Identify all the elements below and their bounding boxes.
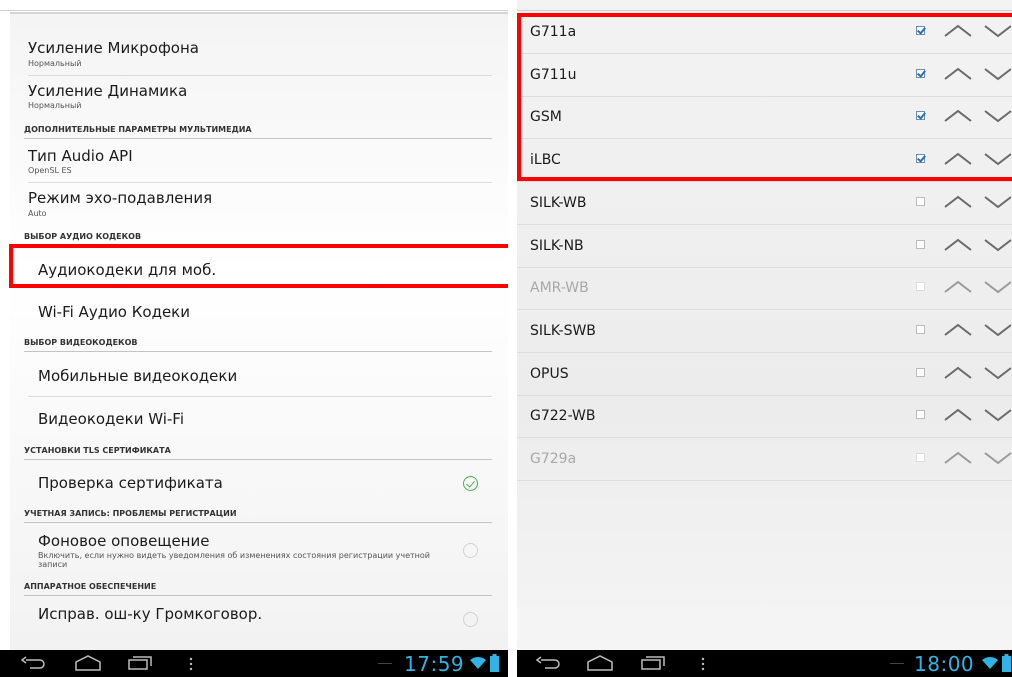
checkbox-unchecked[interactable] [916, 453, 925, 462]
pref-mic-gain[interactable]: Усиление Микрофона Нормальный [28, 32, 492, 76]
codec-name: SILK-WB [530, 194, 587, 211]
move-up-icon[interactable] [943, 276, 973, 298]
back-icon[interactable] [20, 656, 46, 670]
codec-name: SILK-NB [530, 237, 584, 254]
category-tls: УСТАНОВКИ TLS СЕРТИФИКАТА [24, 444, 492, 460]
codec-row[interactable]: SILK-SWB [517, 310, 1012, 353]
move-down-icon[interactable] [983, 362, 1012, 384]
pref-summary: OpenSL ES [28, 166, 72, 175]
highlight-enabled-codecs [517, 13, 1012, 181]
checkbox-unchecked[interactable] [916, 239, 925, 249]
pref-title: Мобильные видеокодеки [38, 367, 238, 385]
top-divider [0, 10, 508, 11]
wifi-icon [470, 656, 486, 669]
move-up-icon[interactable] [943, 191, 973, 213]
pref-echo-cancel[interactable]: Режим эхо-подавления Auto [28, 183, 492, 226]
system-nav-bar: 17:59 [0, 650, 508, 677]
codec-row[interactable]: SILK-WB [517, 182, 1012, 225]
checkbox-unchecked[interactable] [916, 410, 925, 420]
highlight-mobile-audio-codecs [9, 244, 508, 288]
pref-summary: Включить, если нужно видеть уведомления … [38, 551, 430, 569]
pref-title: Видеокодеки Wi-Fi [38, 410, 185, 428]
codec-name: AMR-WB [530, 280, 589, 297]
unchecked-icon[interactable] [463, 543, 478, 558]
pref-wifi-audio-codecs[interactable]: Wi-Fi Аудио Кодеки [28, 290, 492, 332]
battery-icon [1002, 654, 1011, 672]
codec-name: OPUS [530, 365, 569, 382]
checkbox-unchecked[interactable] [916, 367, 925, 377]
move-up-icon[interactable] [943, 319, 973, 341]
pref-mobile-video-codecs[interactable]: Мобильные видеокодеки [28, 353, 492, 397]
menu-icon[interactable] [188, 657, 194, 671]
move-down-icon[interactable] [983, 447, 1012, 469]
checkbox-unchecked[interactable] [916, 282, 925, 292]
pref-title: Исправ. ош-ку Громкоговор. [38, 605, 263, 623]
pref-wifi-video-codecs[interactable]: Видеокодеки Wi-Fi [28, 397, 492, 439]
move-down-icon[interactable] [983, 319, 1012, 341]
pref-title: Режим эхо-подавления [28, 189, 213, 207]
move-up-icon[interactable] [943, 234, 973, 256]
pref-background-notify[interactable]: Фоновое оповещение Включить, если нужно … [28, 525, 492, 580]
category-multimedia: ДОПОЛНИТЕЛЬНЫЕ ПАРАМЕТРЫ МУЛЬТИМЕДИА [24, 123, 492, 139]
pref-speaker-gain[interactable]: Усиление Динамика Нормальный [28, 76, 492, 119]
pref-title: Усиление Динамика [28, 82, 188, 100]
notification-dash [890, 663, 904, 664]
home-icon[interactable] [74, 655, 102, 671]
status-clock: 17:59 [404, 652, 465, 676]
pref-summary: Нормальный [28, 59, 82, 68]
notification-dash [378, 663, 392, 664]
checkbox-unchecked[interactable] [916, 324, 925, 334]
pref-summary: Auto [28, 209, 47, 218]
codec-row[interactable]: G722-WB [517, 395, 1012, 439]
category-hardware: АППАРАТНОЕ ОБЕСПЕЧЕНИЕ [24, 580, 492, 596]
right-screenshot: G711a G711u GSM iLBC SILK-WB SILK-NB AMR-WB SIL… [517, 0, 1012, 677]
checked-icon[interactable] [463, 476, 478, 491]
codec-name: G722-WB [530, 408, 596, 425]
codec-row[interactable]: SILK-NB [517, 225, 1012, 268]
pref-cert-check[interactable]: Проверка сертификата [28, 461, 492, 505]
pref-title: Проверка сертификата [38, 474, 223, 492]
move-up-icon[interactable] [943, 362, 973, 384]
move-down-icon[interactable] [983, 276, 1012, 298]
move-down-icon[interactable] [983, 404, 1012, 426]
category-registration: УЧЕТНАЯ ЗАПИСЬ: ПРОБЛЕМЫ РЕГИСТРАЦИИ [24, 507, 492, 523]
unchecked-icon[interactable] [463, 612, 478, 627]
codec-row[interactable]: G729a [517, 438, 1012, 481]
home-icon[interactable] [586, 655, 614, 671]
menu-icon[interactable] [700, 657, 706, 671]
pref-title: Усиление Микрофона [28, 39, 199, 57]
codec-row[interactable]: AMR-WB [517, 267, 1012, 311]
status-clock: 18:00 [914, 652, 975, 676]
pref-title: Wi-Fi Аудио Кодеки [38, 303, 190, 321]
back-icon[interactable] [535, 656, 561, 670]
codec-row[interactable]: OPUS [517, 353, 1012, 396]
move-down-icon[interactable] [983, 234, 1012, 256]
battery-icon [490, 654, 499, 672]
codec-name: G729a [530, 451, 577, 467]
left-screenshot: Усиление Микрофона Нормальный Усиление Д… [0, 0, 508, 677]
pref-title: Фоновое оповещение [38, 532, 210, 550]
move-down-icon[interactable] [983, 191, 1012, 213]
wifi-icon [982, 656, 998, 669]
category-video-codecs: ВЫБОР ВИДЕОКОДЕКОВ [24, 336, 492, 352]
recent-apps-icon[interactable] [641, 656, 665, 670]
pref-audio-api[interactable]: Тип Audio API OpenSL ES [28, 141, 492, 183]
recent-apps-icon[interactable] [128, 656, 152, 670]
system-nav-bar: 18:00 [517, 650, 1012, 677]
pref-title: Тип Audio API [28, 147, 133, 165]
move-up-icon[interactable] [943, 404, 973, 426]
codec-name: SILK-SWB [530, 322, 596, 339]
move-up-icon[interactable] [943, 447, 973, 469]
pref-summary: Нормальный [28, 101, 82, 110]
checkbox-unchecked[interactable] [916, 196, 925, 206]
pref-speaker-fix[interactable]: Исправ. ош-ку Громкоговор. [28, 598, 492, 644]
